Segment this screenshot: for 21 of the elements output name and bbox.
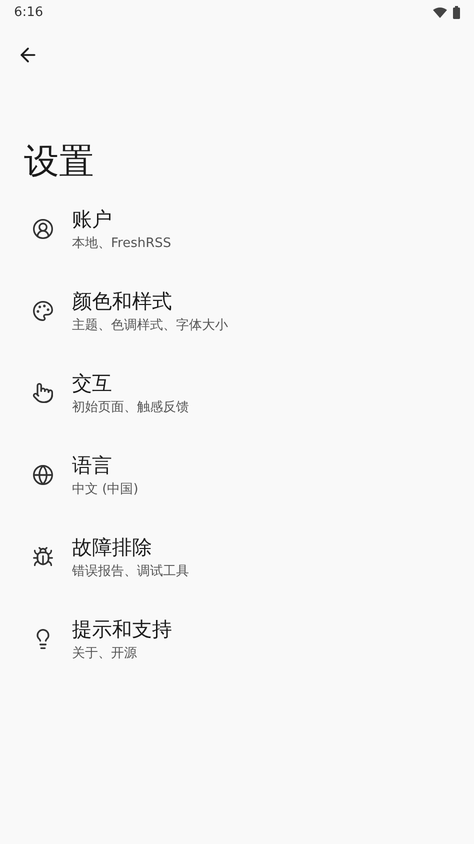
setting-title[interactable]: 账户 [72, 206, 172, 232]
setting-summary: 本地、FreshRSS [72, 235, 172, 252]
page-title: 设置 [24, 141, 95, 184]
battery-icon [453, 6, 460, 18]
palette-icon [32, 300, 54, 322]
bug-icon [32, 546, 54, 568]
setting-summary: 初始页面、触感反馈 [72, 399, 189, 416]
setting-title[interactable]: 故障排除 [72, 534, 189, 560]
setting-title[interactable]: 语言 [72, 452, 138, 478]
globe-icon [32, 464, 54, 486]
setting-title[interactable]: 交互 [72, 370, 189, 396]
status-time: 6:16 [14, 4, 44, 20]
setting-summary: 主题、色调样式、字体大小 [72, 317, 228, 334]
wifi-icon [433, 6, 447, 18]
account-icon [32, 218, 54, 240]
pointing-hand-icon [32, 382, 54, 404]
setting-title[interactable]: 颜色和样式 [72, 288, 228, 314]
setting-summary: 关于、开源 [72, 645, 138, 662]
setting-summary: 错误报告、调试工具 [72, 563, 189, 580]
setting-summary: 中文 (中国) [72, 481, 138, 498]
setting-title[interactable]: 提示和支持 [72, 616, 172, 642]
